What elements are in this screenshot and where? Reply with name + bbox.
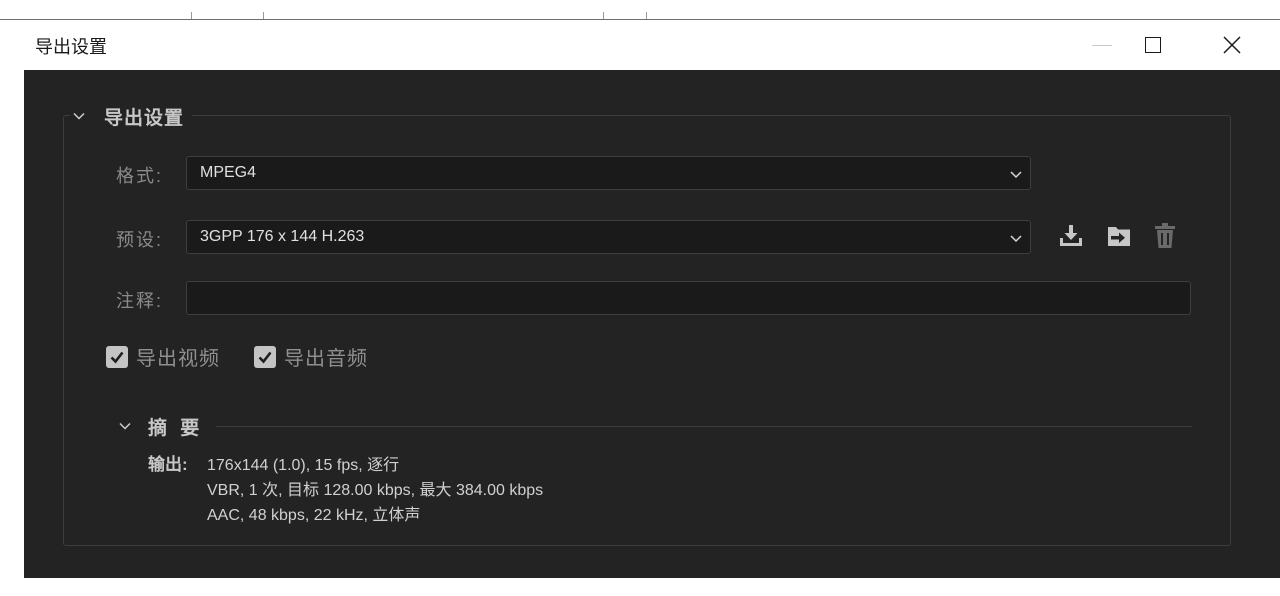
format-value: MPEG4 [200,164,257,181]
strip-tick [646,12,647,19]
format-dropdown[interactable]: MPEG4 [186,156,1031,190]
close-icon [1223,36,1241,54]
import-preset-button[interactable] [1056,221,1086,251]
import-preset-icon [1060,225,1082,246]
summary-divider [216,426,1192,427]
checkmark-icon [258,351,272,363]
minimize-icon [1092,44,1112,46]
export-settings-dialog: 导出设置 导出设置 格式: MPEG4 预设: 3GPP 176 x 144 H… [24,20,1280,578]
chevron-down-icon [1010,235,1022,243]
format-label: 格式: [116,166,164,186]
export-video-checkbox[interactable]: 导出视频 [106,342,220,371]
section-title: 导出设置 [104,107,185,129]
summary-line-audio: AAC, 48 kbps, 22 kHz, 立体声 [207,507,421,524]
comment-input[interactable] [186,281,1191,315]
strip-tick [263,12,264,19]
chevron-down-icon[interactable] [116,422,134,430]
chevron-down-icon[interactable] [70,112,88,120]
maximize-button[interactable] [1130,20,1176,70]
export-settings-header[interactable]: 导出设置 [70,103,193,129]
comment-label: 注释: [116,291,164,311]
export-video-label: 导出视频 [136,348,220,370]
preset-label: 预设: [116,230,164,250]
delete-preset-button[interactable] [1150,221,1180,251]
checkmark-icon [110,351,124,363]
window-title: 导出设置 [35,37,107,58]
summary-line-bitrate: VBR, 1 次, 目标 128.00 kbps, 最大 384.00 kbps [207,482,544,499]
export-audio-label: 导出音频 [284,348,368,370]
output-label: 输出: [148,455,188,474]
dialog-content: 导出设置 格式: MPEG4 预设: 3GPP 176 x 144 H.263 [24,70,1280,578]
preset-value: 3GPP 176 x 144 H.263 [200,228,365,245]
checkbox-checked[interactable] [254,345,276,368]
maximize-icon [1145,37,1161,53]
top-strip [0,0,1280,20]
summary-title: 摘 要 [148,417,204,439]
save-preset-button[interactable] [1104,221,1134,251]
preset-dropdown[interactable]: 3GPP 176 x 144 H.263 [186,220,1031,254]
save-preset-icon [1108,227,1130,246]
delete-preset-icon [1155,223,1175,248]
checkbox-checked[interactable] [106,345,128,368]
title-bar[interactable]: 导出设置 [24,20,1280,70]
strip-tick [191,12,192,19]
minimize-button[interactable] [1079,20,1125,70]
summary-header[interactable]: 摘 要 [116,413,203,439]
strip-tick [603,12,604,19]
close-button[interactable] [1209,20,1255,70]
chevron-down-icon [1010,171,1022,179]
export-audio-checkbox[interactable]: 导出音频 [254,342,368,371]
summary-line-video-format: 176x144 (1.0), 15 fps, 逐行 [207,457,400,474]
